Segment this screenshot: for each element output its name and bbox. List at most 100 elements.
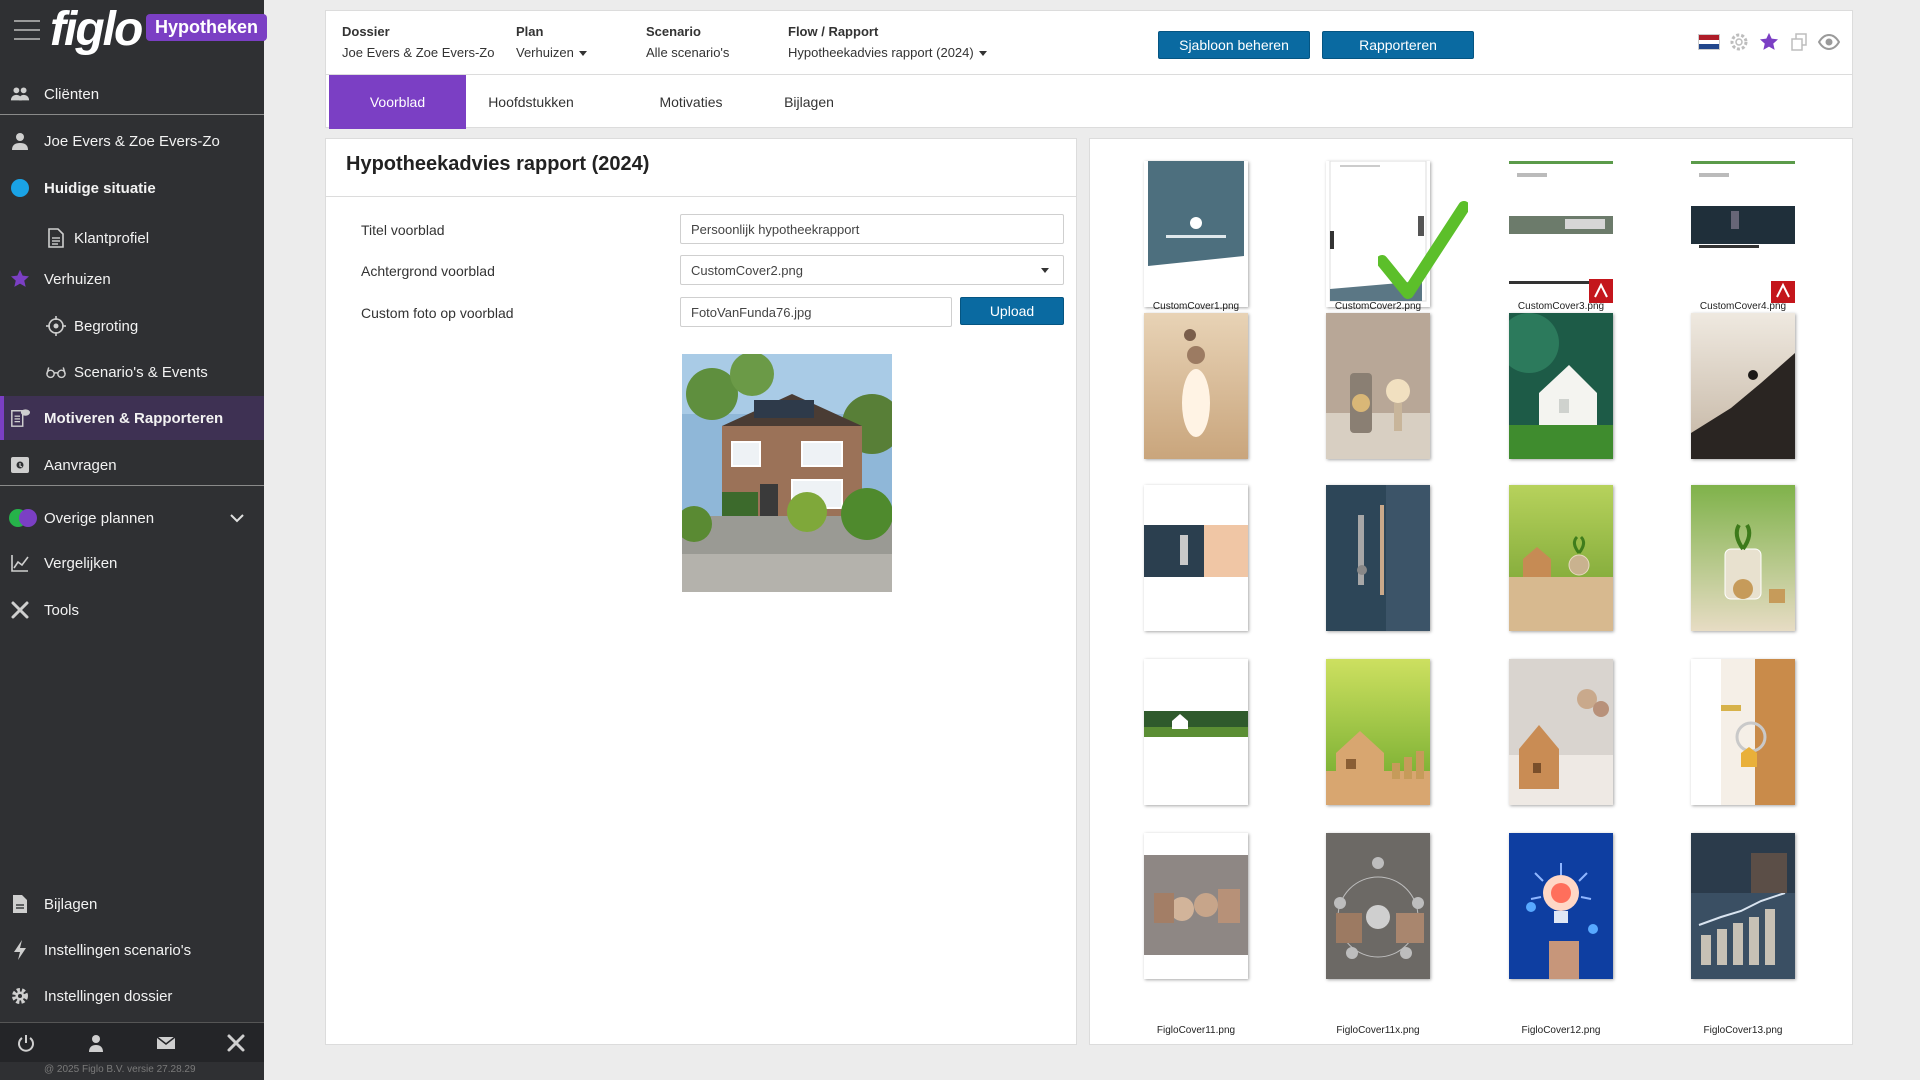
dropdown-caret-icon bbox=[1041, 268, 1049, 273]
cover-image bbox=[1509, 313, 1613, 459]
flow-selector[interactable]: Flow / Rapport Hypotheekadvies rapport (… bbox=[788, 24, 987, 60]
power-icon[interactable] bbox=[16, 1033, 36, 1053]
sidebar-item-begroting[interactable]: Begroting bbox=[0, 304, 264, 348]
scenario-selector[interactable]: Scenario Alle scenario's bbox=[646, 24, 729, 60]
sidebar-item-clienten[interactable]: Cliënten bbox=[0, 72, 264, 116]
background-label: Achtergrond voorblad bbox=[361, 263, 495, 279]
cover-thumbnail-figlocover12[interactable] bbox=[1509, 833, 1613, 979]
cover-thumbnail-figlocover2[interactable] bbox=[1144, 313, 1248, 459]
star-icon bbox=[10, 269, 30, 289]
custom-photo-input[interactable]: FotoVanFunda76.jpg bbox=[680, 297, 952, 327]
cover-thumbnail-figlocover7[interactable] bbox=[1509, 485, 1613, 631]
inbox-icon bbox=[10, 455, 30, 475]
cover-thumbnail-figlocover13[interactable] bbox=[1691, 833, 1795, 979]
sidebar-item-instellingen-scenarios[interactable]: Instellingen scenario's bbox=[0, 928, 264, 972]
sidebar-divider bbox=[0, 485, 264, 486]
dutch-flag-icon[interactable] bbox=[1698, 31, 1720, 53]
plan-title: Plan bbox=[516, 24, 544, 39]
dossier-title: Dossier bbox=[342, 24, 390, 39]
tabs-bar: Voorblad Hoofdstukken Motivaties Bijlage… bbox=[326, 74, 1852, 129]
glasses-icon bbox=[46, 362, 66, 382]
sidebar-item-scenarios[interactable]: Scenario's & Events bbox=[0, 350, 264, 394]
user-icon[interactable] bbox=[86, 1033, 106, 1053]
sidebar-item-motiveren-rapporteren[interactable]: Motiveren & Rapporteren bbox=[0, 396, 264, 440]
cover-image bbox=[1144, 313, 1248, 459]
header-icons bbox=[1698, 31, 1840, 53]
sidebar-item-client[interactable]: Joe Evers & Zoe Evers-Zo bbox=[0, 119, 264, 163]
cover-image bbox=[1326, 313, 1430, 459]
sidebar-item-tools[interactable]: Tools bbox=[0, 588, 264, 632]
cover-thumbnail-figlocover4[interactable] bbox=[1509, 313, 1613, 459]
sidebar-item-verhuizen[interactable]: Verhuizen bbox=[0, 257, 264, 301]
cover-caption: CustomCover2.png bbox=[1334, 301, 1422, 312]
cover-thumbnail-figlocover7jg[interactable] bbox=[1691, 485, 1795, 631]
cover-caption: FigloCover13.png bbox=[1703, 1025, 1783, 1036]
figlo-logo: figlo bbox=[50, 3, 143, 56]
cover-thumbnail-figlocover8jg[interactable] bbox=[1326, 659, 1430, 805]
sidebar-item-label: Klantprofiel bbox=[74, 229, 150, 247]
cover-image bbox=[1326, 485, 1430, 631]
plan-value: Verhuizen bbox=[516, 45, 574, 60]
sidebar-item-huidige-situatie[interactable]: Huidige situatie bbox=[0, 166, 264, 210]
header-panel: Dossier Joe Evers & Zoe Evers-Zo Plan Ve… bbox=[325, 10, 1853, 129]
rapporteren-button[interactable]: Rapporteren bbox=[1322, 31, 1474, 59]
sidebar-item-instellingen-dossier[interactable]: Instellingen dossier bbox=[0, 974, 264, 1018]
background-select-value: CustomCover2.png bbox=[691, 262, 803, 278]
cover-thumbnail-figlocover9[interactable] bbox=[1509, 659, 1613, 805]
cover-thumbnail-figlocover3[interactable] bbox=[1326, 313, 1430, 459]
sidebar-item-label: Motiveren & Rapporteren bbox=[44, 409, 224, 427]
background-select[interactable]: CustomCover2.png bbox=[680, 255, 1064, 285]
cover-thumbnail-figlocover11[interactable] bbox=[1144, 833, 1248, 979]
cover-caption: CustomCover1.png bbox=[1152, 301, 1240, 312]
tab-motivaties[interactable]: Motivaties bbox=[626, 75, 756, 129]
gear-icon[interactable] bbox=[1728, 31, 1750, 53]
sidebar-item-vergelijken[interactable]: Vergelijken bbox=[0, 541, 264, 585]
title-input[interactable]: Persoonlijk hypotheekrapport bbox=[680, 214, 1064, 244]
star-icon[interactable] bbox=[1758, 31, 1780, 53]
cover-image bbox=[1691, 659, 1795, 805]
cover-gallery: CustomCover1.png CustomCover2.png CustomCo… bbox=[1089, 138, 1853, 1045]
cover-thumbnail-figlocover5[interactable] bbox=[1691, 313, 1795, 459]
chevron-down-icon[interactable] bbox=[230, 510, 244, 527]
sidebar-header: figlo Hypotheken bbox=[0, 0, 268, 62]
tools-icon bbox=[10, 600, 30, 620]
upload-button[interactable]: Upload bbox=[960, 297, 1064, 325]
dossier-selector[interactable]: Dossier Joe Evers & Zoe Evers-Zo bbox=[342, 24, 494, 60]
cover-thumbnail-figlocover10[interactable] bbox=[1691, 659, 1795, 805]
cover-thumbnail-figlocover11x[interactable] bbox=[1326, 833, 1430, 979]
custom-photo-label: Custom foto op voorblad bbox=[361, 305, 514, 321]
tab-voorblad[interactable]: Voorblad bbox=[329, 75, 466, 129]
cover-thumbnail-figlocover6jg[interactable] bbox=[1326, 485, 1430, 631]
sidebar-item-label: Huidige situatie bbox=[44, 179, 156, 197]
plan-selector[interactable]: Plan Verhuizen bbox=[516, 24, 587, 60]
sidebar-item-overige-plannen[interactable]: Overige plannen bbox=[0, 496, 264, 540]
tools-icon[interactable] bbox=[226, 1033, 246, 1053]
mail-icon[interactable] bbox=[156, 1033, 176, 1053]
sidebar-item-aanvragen[interactable]: Aanvragen bbox=[0, 443, 264, 487]
scenario-title: Scenario bbox=[646, 24, 701, 39]
file-icon bbox=[10, 894, 30, 914]
sidebar-item-label: Vergelijken bbox=[44, 554, 118, 572]
sidebar-footer bbox=[0, 1022, 264, 1062]
cover-image bbox=[1144, 161, 1248, 307]
cover-thumbnail-figlocover6[interactable] bbox=[1144, 485, 1248, 631]
tab-hoofdstukken[interactable]: Hoofdstukken bbox=[466, 75, 596, 129]
copy-icon[interactable] bbox=[1788, 31, 1810, 53]
flow-value: Hypotheekadvies rapport (2024) bbox=[788, 45, 974, 60]
report-icon bbox=[10, 408, 30, 428]
cover-thumbnail-customcover4[interactable] bbox=[1691, 161, 1795, 307]
cover-image bbox=[1509, 485, 1613, 631]
cover-thumbnail-customcover3[interactable] bbox=[1509, 161, 1613, 307]
cover-thumbnail-figlocover8[interactable] bbox=[1144, 659, 1248, 805]
hamburger-menu-icon[interactable] bbox=[14, 20, 40, 42]
cover-thumbnail-customcover2[interactable] bbox=[1326, 161, 1430, 307]
sidebar-item-label: Tools bbox=[44, 601, 80, 619]
sidebar-item-bijlagen[interactable]: Bijlagen bbox=[0, 882, 264, 926]
sjabloon-beheren-button[interactable]: Sjabloon beheren bbox=[1158, 31, 1310, 59]
cover-thumbnail-customcover1[interactable] bbox=[1144, 161, 1248, 307]
sidebar-item-klantprofiel[interactable]: Klantprofiel bbox=[0, 216, 264, 260]
sidebar-item-label: Verhuizen bbox=[44, 270, 111, 288]
tab-bijlagen[interactable]: Bijlagen bbox=[744, 75, 874, 129]
flow-title: Flow / Rapport bbox=[788, 24, 879, 39]
eye-icon[interactable] bbox=[1818, 31, 1840, 53]
